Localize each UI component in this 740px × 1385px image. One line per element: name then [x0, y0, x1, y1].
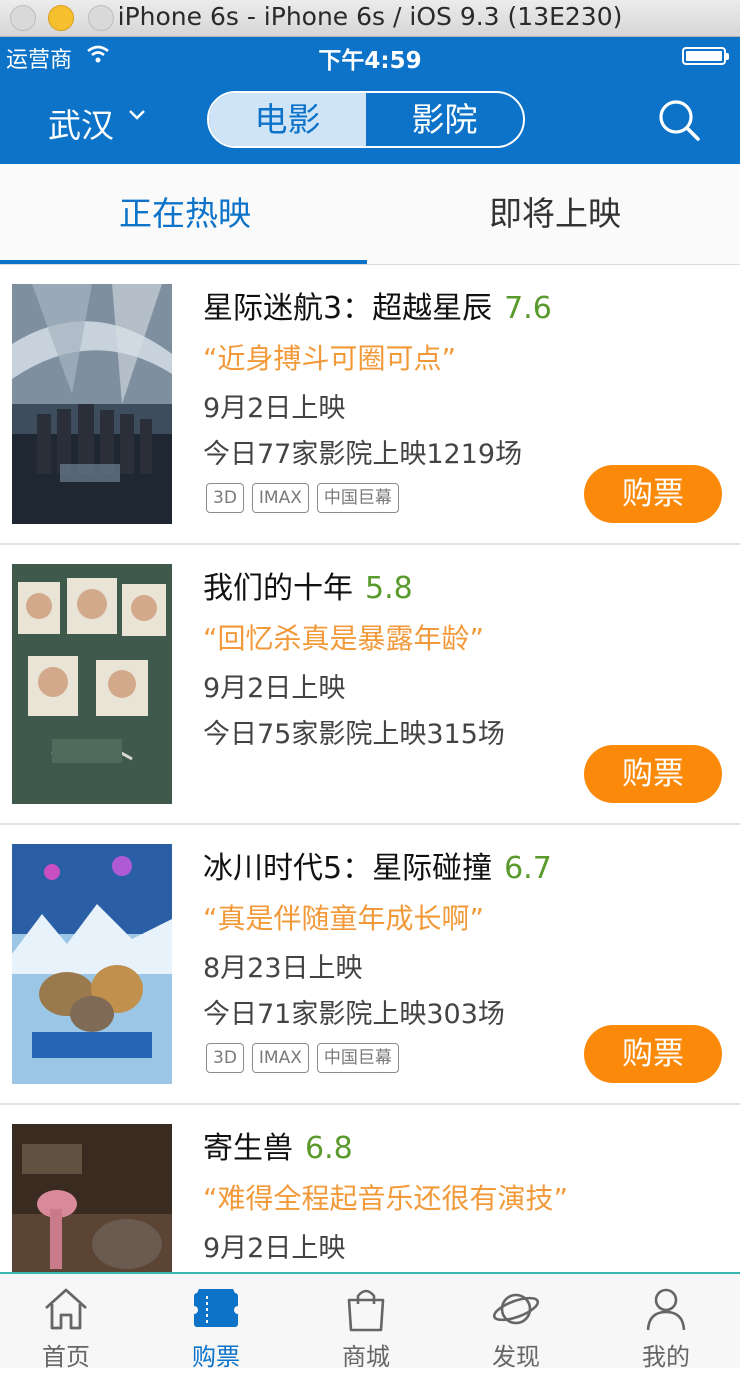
movie-title[interactable]: 寄生兽 6.8	[203, 1123, 353, 1167]
movie-title[interactable]: 星际迷航3：超越星辰 7.6	[203, 283, 552, 327]
tag-3d: 3D	[206, 1043, 244, 1073]
tabbar-label-home: 首页	[42, 1343, 90, 1371]
showing-summary: 今日71家影院上映303场	[203, 999, 505, 1030]
chevron-down-icon[interactable]	[128, 109, 146, 121]
movie-quote: “难得全程起音乐还很有演技”	[203, 1182, 569, 1215]
shopping-bag-icon	[347, 1289, 385, 1332]
movie-score: 6.7	[504, 851, 552, 886]
tabbar-label-tickets: 购票	[192, 1343, 240, 1371]
list-item[interactable]: 我们的十年 5.8 “回忆杀真是暴露年龄” 9月2日上映 今日75家影院上映315…	[0, 545, 740, 825]
tabbar-item-tickets[interactable]: 购票	[142, 1274, 290, 1371]
tabbar-item-discover[interactable]: 发现	[442, 1274, 590, 1371]
movie-title[interactable]: 我们的十年 5.8	[203, 563, 413, 607]
tag-imax: IMAX	[251, 483, 309, 513]
active-tab-indicator	[0, 260, 367, 264]
movie-list: 星际迷航3：超越星辰 7.6 “近身搏斗可圈可点” 9月2日上映 今日77家影院上…	[0, 265, 740, 1385]
window-title: iPhone 6s - iPhone 6s / iOS 9.3 (13E230)	[117, 2, 623, 31]
movie-poster[interactable]	[12, 284, 172, 524]
tab-now-showing[interactable]: 正在热映	[0, 164, 370, 264]
tabbar-item-home[interactable]: 首页	[0, 1274, 140, 1371]
city-selector[interactable]: 武汉	[48, 99, 114, 147]
tag-imax: IMAX	[251, 1043, 309, 1073]
tag-china-giant-screen: 中国巨幕	[316, 483, 399, 513]
status-time: 下午4:59	[318, 48, 422, 74]
movie-name: 星际迷航3：超越星辰	[203, 291, 493, 326]
battery-icon	[682, 47, 729, 65]
bottom-tab-bar: 首页 购票 商城 发现 我的	[0, 1272, 740, 1371]
simulator-title-bar: iPhone 6s - iPhone 6s / iOS 9.3 (13E230)	[0, 0, 740, 37]
movie-score: 5.8	[365, 571, 413, 606]
movie-quote: “真是伴随童年成长啊”	[203, 902, 485, 935]
release-date: 9月2日上映	[203, 393, 346, 424]
format-tags: 3D IMAX 中国巨幕	[206, 1043, 399, 1073]
movie-score: 6.8	[305, 1131, 353, 1166]
movie-name: 我们的十年	[203, 571, 353, 606]
movie-cinema-switch: 电影 影院	[207, 91, 525, 148]
format-tags: 3D IMAX 中国巨幕	[206, 483, 399, 513]
tabbar-label-profile: 我的	[642, 1343, 690, 1371]
buy-ticket-button[interactable]: 购票	[584, 1025, 722, 1083]
movie-quote: “回忆杀真是暴露年龄”	[203, 622, 485, 655]
tabbar-label-mall: 商城	[342, 1343, 390, 1371]
home-icon	[45, 1288, 87, 1330]
list-item[interactable]: 星际迷航3：超越星辰 7.6 “近身搏斗可圈可点” 9月2日上映 今日77家影院上…	[0, 265, 740, 545]
segment-cinemas[interactable]: 影院	[366, 93, 523, 146]
tabbar-item-profile[interactable]: 我的	[592, 1274, 740, 1371]
planet-icon	[492, 1293, 540, 1325]
release-date: 8月23日上映	[203, 953, 363, 984]
segment-movies[interactable]: 电影	[209, 93, 366, 146]
movie-score: 7.6	[504, 291, 552, 326]
app-header: 运营商 下午4:59 武汉 电影 影院	[0, 37, 740, 164]
ticket-icon	[191, 1289, 241, 1327]
tag-china-giant-screen: 中国巨幕	[316, 1043, 399, 1073]
movie-name: 冰川时代5：星际碰撞	[203, 851, 493, 886]
search-icon[interactable]	[656, 97, 702, 143]
buy-ticket-button[interactable]: 购票	[584, 465, 722, 523]
showing-summary: 今日75家影院上映315场	[203, 719, 505, 750]
list-item[interactable]: 冰川时代5：星际碰撞 6.7 “真是伴随童年成长啊” 8月23日上映 今日71家影…	[0, 825, 740, 1105]
release-date: 9月2日上映	[203, 1233, 346, 1264]
movie-tabs: 正在热映 即将上映	[0, 164, 740, 265]
movie-quote: “近身搏斗可圈可点”	[203, 342, 457, 375]
release-date: 9月2日上映	[203, 673, 346, 704]
tabbar-label-discover: 发现	[492, 1343, 540, 1371]
tab-coming-soon[interactable]: 即将上映	[370, 164, 740, 264]
showing-summary: 今日77家影院上映1219场	[203, 439, 523, 470]
tag-3d: 3D	[206, 483, 244, 513]
movie-name: 寄生兽	[203, 1131, 293, 1166]
movie-poster[interactable]	[12, 564, 172, 804]
tabbar-item-mall[interactable]: 商城	[292, 1274, 440, 1371]
status-bar: 运营商 下午4:59	[0, 37, 740, 77]
person-icon	[646, 1288, 686, 1331]
movie-poster[interactable]	[12, 844, 172, 1084]
movie-title[interactable]: 冰川时代5：星际碰撞 6.7	[203, 843, 552, 887]
buy-ticket-button[interactable]: 购票	[584, 745, 722, 803]
